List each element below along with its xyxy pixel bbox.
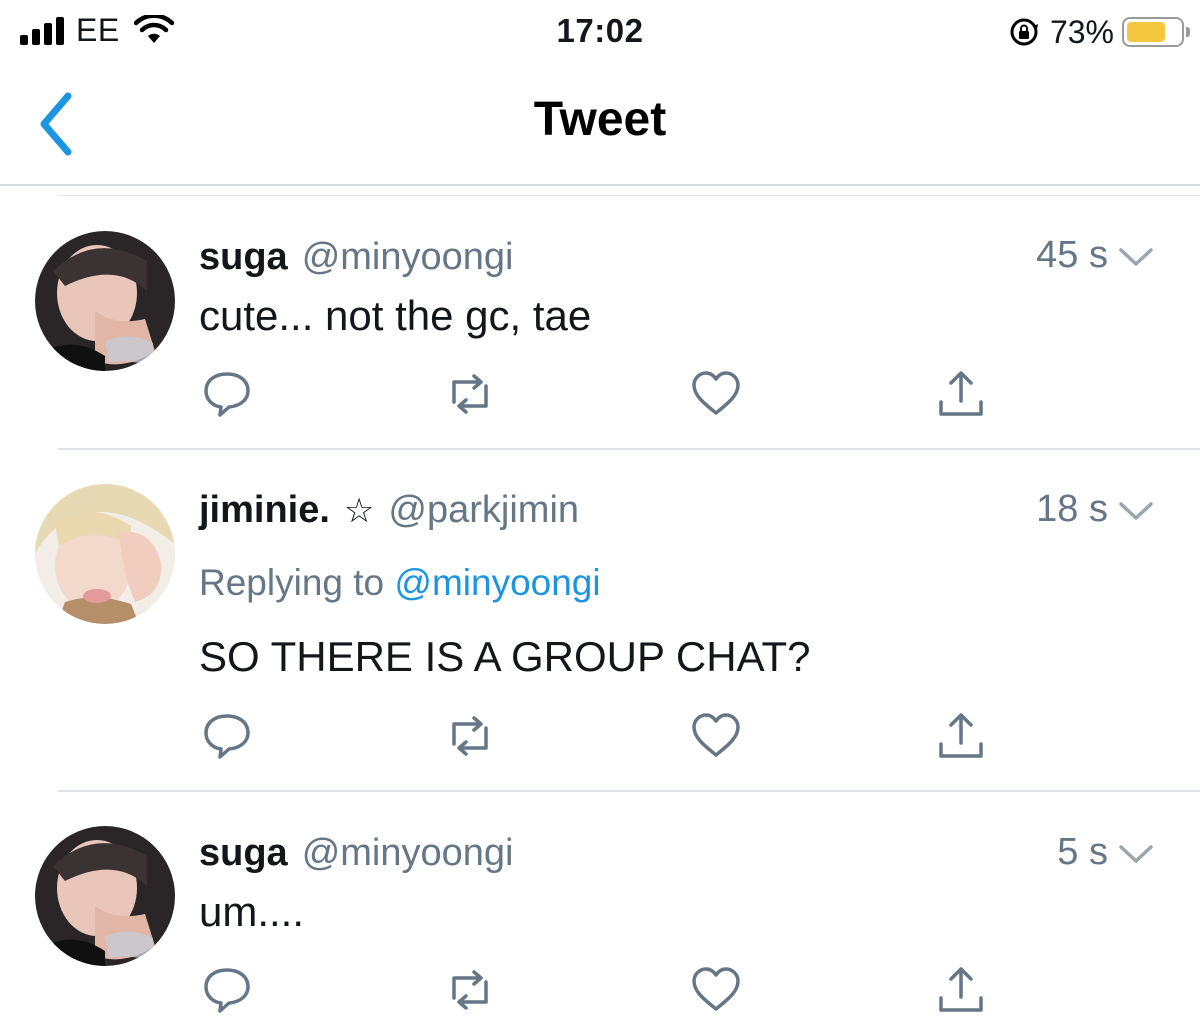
display-name[interactable]: suga [199, 236, 288, 279]
like-button[interactable] [686, 706, 746, 766]
reply-icon [204, 968, 250, 1013]
page-title: Tweet [533, 93, 667, 146]
tweet-text: um.... [199, 888, 305, 935]
tweet-text: SO THERE IS A GROUP CHAT? [199, 633, 811, 680]
avatar[interactable] [35, 231, 175, 371]
battery-fill [1127, 22, 1165, 42]
user-handle[interactable]: @parkjimin [388, 489, 579, 532]
chevron-down-icon[interactable] [1116, 242, 1156, 272]
share-icon [939, 967, 983, 1012]
retweet-icon [452, 970, 488, 1010]
nav-bar: Tweet [0, 62, 1200, 186]
share-button[interactable] [931, 706, 991, 766]
like-button[interactable] [686, 364, 746, 424]
share-button[interactable] [931, 364, 991, 424]
share-button[interactable] [931, 960, 991, 1020]
avatar-image [35, 826, 175, 966]
chevron-down-icon[interactable] [1116, 496, 1156, 526]
tweet-time: 5 s [1057, 831, 1108, 873]
avatar[interactable] [35, 484, 175, 624]
tweet-header: suga @minyoongi [199, 832, 1160, 878]
retweet-button[interactable] [440, 706, 500, 766]
divider [58, 790, 1200, 792]
reply-button[interactable] [197, 706, 257, 766]
display-name[interactable]: suga [199, 832, 288, 875]
tweet-actions [0, 364, 1200, 424]
tweet-actions [0, 706, 1200, 766]
tweet-actions [0, 960, 1200, 1020]
retweet-icon [452, 716, 488, 756]
like-button[interactable] [686, 960, 746, 1020]
orientation-lock-icon [1010, 18, 1038, 46]
divider [58, 448, 1200, 450]
share-icon [939, 371, 983, 416]
reply-icon [204, 714, 250, 759]
retweet-button[interactable] [440, 960, 500, 1020]
replying-prefix: Replying to [199, 562, 385, 603]
replying-to: Replying to @minyoongi [199, 562, 601, 604]
retweet-icon [452, 374, 488, 414]
status-bar: EE 17:02 73% [0, 0, 1200, 62]
status-right: 73% [1008, 12, 1190, 52]
user-handle[interactable]: @minyoongi [302, 236, 514, 279]
divider [58, 195, 1200, 196]
like-icon [692, 713, 740, 757]
like-icon [692, 967, 740, 1011]
reply-button[interactable] [197, 364, 257, 424]
avatar-image [35, 231, 175, 371]
star-badge: ☆ [343, 492, 375, 530]
avatar[interactable] [35, 826, 175, 966]
user-handle[interactable]: @minyoongi [302, 832, 514, 875]
display-name[interactable]: jiminie. [199, 489, 330, 532]
tweet-time: 45 s [1036, 234, 1108, 276]
battery-percent: 73% [1049, 13, 1114, 50]
reply-button[interactable] [197, 960, 257, 1020]
avatar-image [35, 484, 175, 624]
tweet-time: 18 s [1036, 488, 1108, 530]
battery-icon [1122, 17, 1190, 47]
tweet-text: cute... not the gc, tae [199, 292, 592, 339]
retweet-button[interactable] [440, 364, 500, 424]
share-icon [939, 713, 983, 758]
tweet-header: jiminie. ☆ @parkjimin [199, 489, 1160, 535]
reply-icon [204, 372, 250, 417]
mention-link[interactable]: @minyoongi [394, 562, 600, 603]
tweet-header: suga @minyoongi [199, 236, 1160, 282]
like-icon [692, 371, 740, 415]
chevron-down-icon[interactable] [1116, 839, 1156, 869]
